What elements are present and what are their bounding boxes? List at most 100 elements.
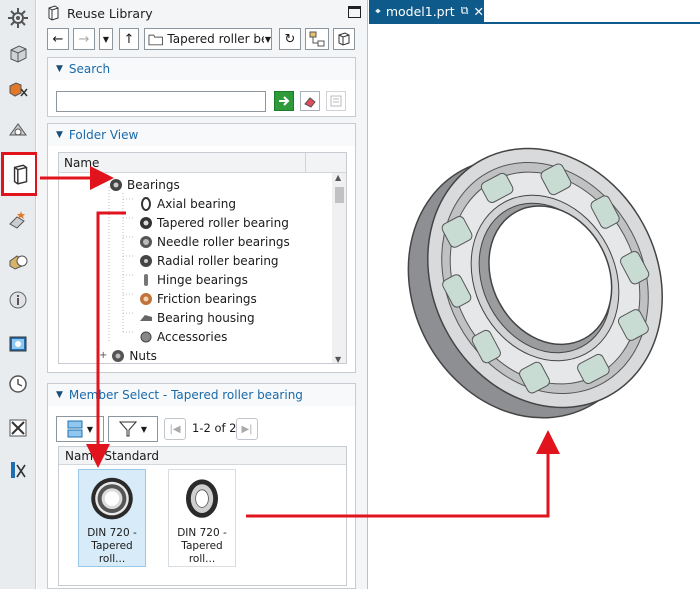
search-header[interactable]: ▼ Search <box>48 58 355 80</box>
member-select-group: ▼ Member Select - Tapered roller bearing… <box>47 383 356 589</box>
graphics-window[interactable] <box>369 24 700 589</box>
tree-scrollbar[interactable]: ▲ ▼ <box>332 173 346 363</box>
member-select-header-label: Member Select - Tapered roller bearing <box>68 388 303 402</box>
maximize-icon[interactable] <box>348 6 361 18</box>
tree-item-bearings[interactable]: Bearings <box>109 175 180 194</box>
tile-caption: DIN 720 - Tapered roll... <box>87 527 137 565</box>
next-page-icon[interactable]: ▶| <box>236 418 258 440</box>
chevron-down-icon: ▼ <box>86 424 94 434</box>
collapse-caret-icon: ▼ <box>56 130 63 140</box>
tree-item-label: Tapered roller bearing <box>157 215 289 230</box>
search-header-label: Search <box>68 62 111 76</box>
scroll-up-icon[interactable]: ▲ <box>335 173 341 182</box>
tree-item-label: Accessories <box>157 329 228 344</box>
folder-path-value: Tapered roller bea <box>167 32 263 46</box>
folder-view-header-label: Folder View <box>68 128 139 142</box>
tree-item-label: Needle roller bearings <box>157 234 290 249</box>
paging-label: 1-2 of 2 <box>192 421 237 435</box>
member-tile-1[interactable]: DIN 720 - Tapered roll... <box>78 469 146 567</box>
folder-path-select[interactable]: Tapered roller bea ▼ <box>144 28 272 50</box>
tree-item-label: Bearings <box>127 177 180 192</box>
part-navigator-icon[interactable] <box>4 40 32 68</box>
tree-item-bearing-housing[interactable]: Bearing housing <box>139 308 255 327</box>
panel-title: Reuse Library <box>67 5 153 21</box>
clear-search-icon[interactable] <box>300 91 320 111</box>
tree-item-label: Nuts <box>129 348 157 363</box>
thumbnail-view-icon <box>67 420 83 438</box>
tree-item-label: Friction bearings <box>157 291 257 306</box>
tree-item-friction-bearings[interactable]: Friction bearings <box>139 289 257 308</box>
folder-view-group: ▼ Folder View Name Bearings Axial bearin… <box>47 123 356 373</box>
standard-column-label[interactable]: Standard <box>104 449 159 463</box>
search-group: ▼ Search <box>47 57 356 117</box>
collapse-caret-icon: ▼ <box>56 390 63 400</box>
folder-icon <box>148 34 163 45</box>
search-options-icon[interactable] <box>326 91 346 111</box>
reuse-library-icon[interactable] <box>1 152 38 196</box>
member-select-header[interactable]: ▼ Member Select - Tapered roller bearing <box>48 384 355 406</box>
run-search-icon[interactable] <box>274 91 294 111</box>
scroll-thumb[interactable] <box>335 187 344 203</box>
scroll-down-icon[interactable]: ▼ <box>335 355 341 363</box>
tree-item-label: Hinge bearings <box>157 272 248 287</box>
tree-item-label: Axial bearing <box>157 196 236 211</box>
panel-title-bar: Reuse Library <box>45 2 363 24</box>
tree-column-header[interactable]: Name <box>59 153 346 173</box>
undock-icon[interactable]: ⧉ <box>461 4 469 18</box>
reuse-library-title-icon <box>48 5 59 21</box>
chevron-down-icon: ▼ <box>140 424 148 434</box>
assembly-navigator-icon[interactable] <box>4 76 32 104</box>
close-icon[interactable]: ✕ <box>474 4 484 19</box>
document-tab-label: model1.prt <box>385 3 455 19</box>
name-column-label: Name <box>64 155 100 170</box>
prev-page-icon[interactable]: |◀ <box>164 418 186 440</box>
navigation-toolbar: ← → ▼ ↑ Tapered roller bea ▼ ↻ <box>47 28 363 52</box>
tree-item-radial-roller-bearing[interactable]: Radial roller bearing <box>139 251 279 270</box>
back-arrow-icon[interactable]: ← <box>47 28 69 50</box>
bearing-model <box>407 147 663 419</box>
info-icon[interactable] <box>4 286 32 314</box>
tree-item-accessories[interactable]: Accessories <box>139 327 227 346</box>
document-tab[interactable]: model1.prt ⧉ ✕ <box>369 0 484 22</box>
resource-bar <box>0 0 38 589</box>
refresh-icon[interactable]: ↻ <box>279 28 301 50</box>
part-library-icon[interactable] <box>333 28 355 50</box>
tree-item-tapered-roller-bearing[interactable]: Tapered roller bearing <box>139 213 289 232</box>
library-hierarchy-icon[interactable] <box>305 28 329 50</box>
tree-item-label: Bearing housing <box>157 310 255 325</box>
filter-icon <box>118 421 137 437</box>
collapse-caret-icon: ▼ <box>56 64 63 74</box>
view-mode-button[interactable]: ▼ <box>56 416 104 442</box>
tile-caption: DIN 720 - Tapered roll... <box>177 527 227 565</box>
member-tile-2[interactable]: DIN 720 - Tapered roll... <box>168 469 236 567</box>
constraint-navigator-icon[interactable] <box>4 116 32 144</box>
forward-arrow-icon[interactable]: → <box>73 28 95 50</box>
up-level-icon[interactable]: ↑ <box>119 28 139 50</box>
tree-item-label: Radial roller bearing <box>157 253 279 268</box>
roles-icon[interactable] <box>4 456 32 484</box>
web-browser-icon[interactable] <box>4 246 32 274</box>
tree-item-hinge-bearings[interactable]: Hinge bearings <box>139 270 248 289</box>
tapered-roller-bearing-thumb <box>186 479 218 518</box>
history-icon[interactable] <box>4 370 32 398</box>
folder-view-header[interactable]: ▼ Folder View <box>48 124 355 146</box>
history-dropdown-icon[interactable]: ▼ <box>99 28 113 50</box>
member-toolbar: ▼ ▼ |◀ 1-2 of 2 ▶| <box>56 416 276 442</box>
part-file-icon <box>375 8 381 14</box>
reuse-library-panel: Reuse Library ← → ▼ ↑ Tapered roller bea… <box>37 0 368 589</box>
expand-plus-icon[interactable]: + <box>99 350 107 361</box>
settings-gear-icon[interactable] <box>4 4 32 32</box>
member-grid-header: Name Standard <box>59 447 346 465</box>
folder-tree: Name Bearings Axial bearing Tapered roll… <box>58 152 347 364</box>
member-grid: Name Standard DIN 720 - Tapered roll... D… <box>58 446 347 586</box>
system-scenes-icon[interactable] <box>4 330 32 358</box>
filter-button[interactable]: ▼ <box>108 416 158 442</box>
process-studio-icon[interactable] <box>4 414 32 442</box>
search-input[interactable] <box>56 91 266 112</box>
tree-item-axial-bearing[interactable]: Axial bearing <box>139 194 236 213</box>
tree-item-nuts[interactable]: + Nuts <box>99 346 157 363</box>
name-column-label[interactable]: Name <box>65 449 100 463</box>
hd3d-tools-icon[interactable] <box>4 206 32 234</box>
tree-item-needle-roller-bearings[interactable]: Needle roller bearings <box>139 232 290 251</box>
chevron-down-icon: ▼ <box>264 34 271 44</box>
